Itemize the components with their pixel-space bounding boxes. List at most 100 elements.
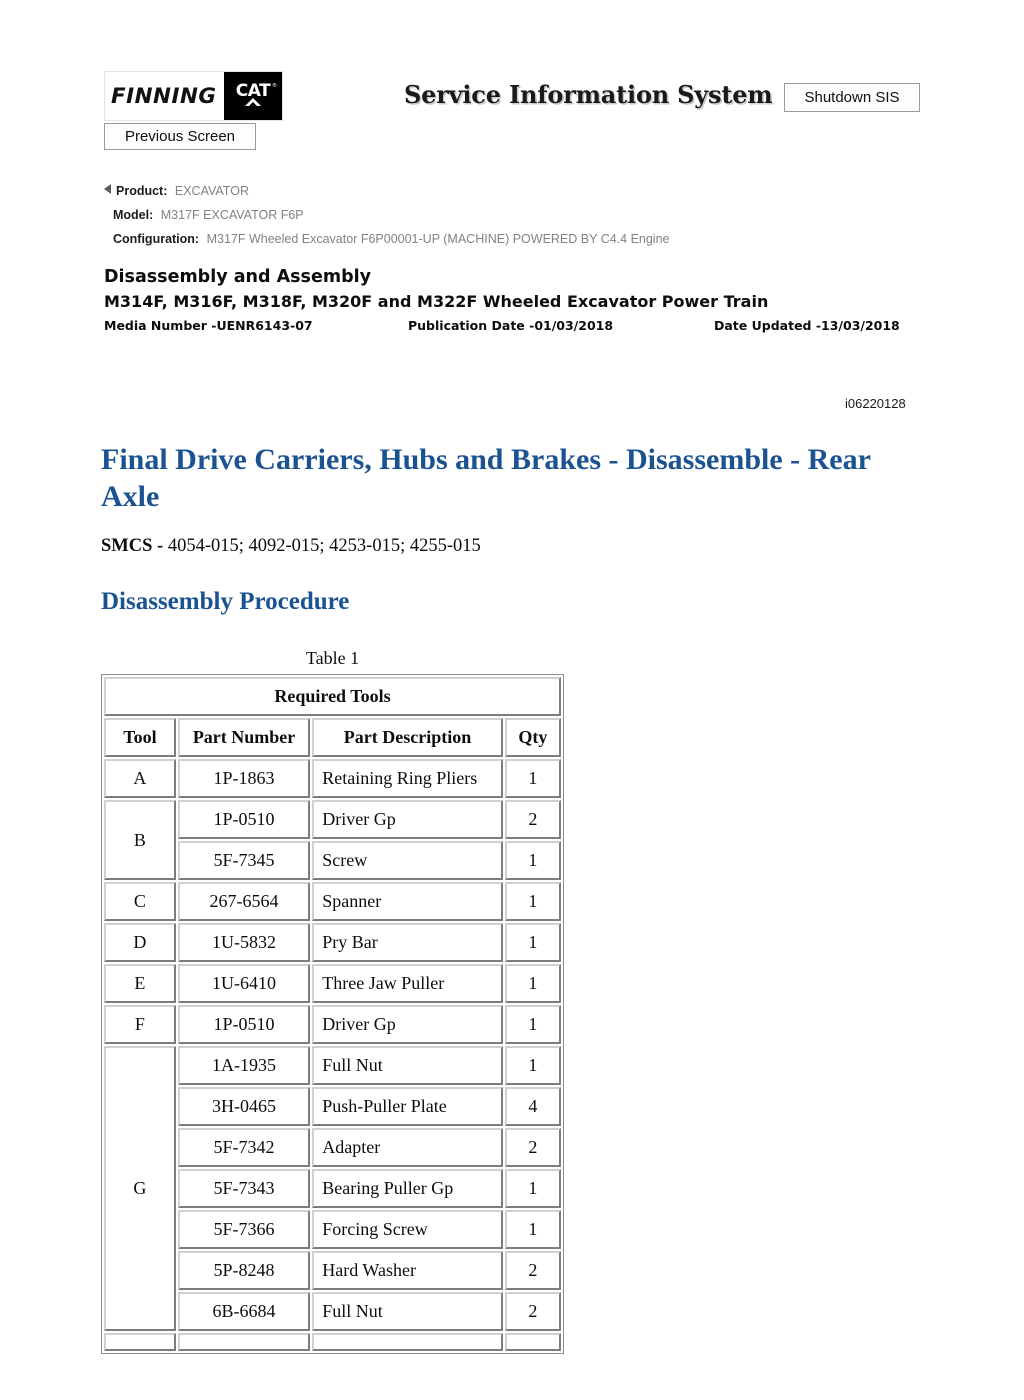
cell-tool: G bbox=[104, 1046, 176, 1331]
cell-part-description: Forcing Screw bbox=[312, 1210, 503, 1249]
breadcrumb-label-configuration: Configuration: bbox=[113, 232, 200, 246]
table-header-row: Tool Part Number Part Description Qty bbox=[104, 718, 561, 757]
smcs-line: SMCS - 4054-015; 4092-015; 4253-015; 425… bbox=[101, 536, 481, 557]
cat-logo: CAT ® bbox=[224, 72, 282, 120]
document-id: i06220128 bbox=[845, 396, 906, 411]
breadcrumb-value-model: M317F EXCAVATOR F6P bbox=[160, 208, 304, 222]
page-title: Final Drive Carriers, Hubs and Brakes - … bbox=[101, 443, 871, 513]
breadcrumb-label-model: Model: bbox=[113, 208, 154, 222]
required-tools-table: Required Tools Tool Part Number Part Des… bbox=[101, 674, 564, 1354]
back-arrow-icon[interactable] bbox=[104, 184, 111, 194]
registered-mark-icon: ® bbox=[272, 83, 277, 89]
cell-qty: 1 bbox=[504, 1046, 561, 1085]
breadcrumb-item-configuration: Configuration: M317F Wheeled Excavator F… bbox=[104, 227, 954, 251]
document-meta: Disassembly and Assembly M314F, M316F, M… bbox=[104, 264, 934, 340]
cell-part-description: Screw bbox=[312, 841, 503, 880]
document-heading-secondary: M314F, M316F, M318F, M320F and M322F Whe… bbox=[104, 292, 769, 311]
cell-tool: A bbox=[104, 759, 176, 798]
cell-tool: C bbox=[104, 882, 176, 921]
media-number: Media Number -UENR6143-07 bbox=[104, 318, 313, 333]
cell-part-number: 5F-7366 bbox=[177, 1210, 311, 1249]
table-row-partial bbox=[104, 1333, 561, 1351]
cell-part-number: 1A-1935 bbox=[177, 1046, 311, 1085]
table-row: B 1P-0510 Driver Gp 2 bbox=[104, 800, 561, 880]
breadcrumb-item-model: Model: M317F EXCAVATOR F6P bbox=[104, 203, 954, 227]
cell-part-description: Push-Puller Plate bbox=[312, 1087, 503, 1126]
cell-part-description: Full Nut bbox=[312, 1292, 503, 1331]
cell-qty: 1 bbox=[504, 964, 561, 1003]
date-updated: Date Updated -13/03/2018 bbox=[714, 318, 900, 333]
cell-part-number: 1P-0510 bbox=[177, 800, 311, 839]
finning-logo-text: FINNING bbox=[110, 84, 217, 108]
app-title: Service Information System bbox=[404, 80, 773, 109]
cell-part-description: Retaining Ring Pliers bbox=[312, 759, 503, 798]
cell-part-description: Spanner bbox=[312, 882, 503, 921]
finning-logo: FINNING bbox=[105, 72, 224, 120]
publication-date: Publication Date -01/03/2018 bbox=[408, 318, 614, 333]
document-heading-primary: Disassembly and Assembly bbox=[104, 267, 372, 287]
previous-screen-button[interactable]: Previous Screen bbox=[104, 123, 256, 150]
breadcrumb-item-product: Product: EXCAVATOR bbox=[104, 179, 954, 203]
table-row: F 1P-0510 Driver Gp 1 bbox=[104, 1005, 561, 1044]
cell-part-number: 1P-1863 bbox=[177, 759, 311, 798]
cell-qty bbox=[504, 1333, 561, 1351]
document-publication-info: Media Number -UENR6143-07 Publication Da… bbox=[104, 318, 934, 340]
breadcrumb-value-configuration: M317F Wheeled Excavator F6P00001-UP (MAC… bbox=[206, 232, 670, 246]
cell-tool: B bbox=[104, 800, 176, 880]
shutdown-sis-button[interactable]: Shutdown SIS bbox=[784, 83, 920, 112]
cell-part-description: Driver Gp bbox=[312, 1005, 503, 1044]
cell-part-number: 5P-8248 bbox=[177, 1251, 311, 1290]
cell-qty: 1 bbox=[504, 1210, 561, 1249]
cell-part-description: Full Nut bbox=[312, 1046, 503, 1085]
cell-part-number bbox=[177, 1333, 311, 1351]
cell-qty: 1 bbox=[504, 923, 561, 962]
cell-qty: 1 bbox=[504, 759, 561, 798]
breadcrumb-value-product: EXCAVATOR bbox=[174, 184, 249, 198]
cell-part-number: 5F-7343 bbox=[177, 1169, 311, 1208]
column-header-part-description: Part Description bbox=[312, 718, 503, 757]
cell-part-description: Pry Bar bbox=[312, 923, 503, 962]
cell-qty: 1 bbox=[504, 841, 561, 880]
cell-tool: E bbox=[104, 964, 176, 1003]
cell-part-number: 6B-6684 bbox=[177, 1292, 311, 1331]
cell-part-description: Bearing Puller Gp bbox=[312, 1169, 503, 1208]
cat-triangle-inner-icon bbox=[248, 102, 258, 107]
cell-tool: F bbox=[104, 1005, 176, 1044]
finning-cat-logo: FINNING CAT ® bbox=[104, 71, 283, 121]
table-title-row: Required Tools bbox=[104, 677, 561, 716]
cell-part-description: Adapter bbox=[312, 1128, 503, 1167]
table-row: C 267-6564 Spanner 1 bbox=[104, 882, 561, 921]
table-title: Required Tools bbox=[104, 677, 561, 716]
cell-part-description: Hard Washer bbox=[312, 1251, 503, 1290]
cell-qty: 2 bbox=[504, 1251, 561, 1290]
column-header-qty: Qty bbox=[504, 718, 561, 757]
cell-part-number: 5F-7342 bbox=[177, 1128, 311, 1167]
cell-qty: 2 bbox=[504, 1128, 561, 1167]
page-header: FINNING CAT ® Service Information System… bbox=[0, 0, 1024, 160]
table-row: G 1A-1935 Full Nut 1 bbox=[104, 1046, 561, 1331]
cell-part-number: 1U-6410 bbox=[177, 964, 311, 1003]
table-row: D 1U-5832 Pry Bar 1 bbox=[104, 923, 561, 962]
cell-part-description bbox=[312, 1333, 503, 1351]
cell-part-description: Three Jaw Puller bbox=[312, 964, 503, 1003]
cell-qty: 4 bbox=[504, 1087, 561, 1126]
cell-tool: D bbox=[104, 923, 176, 962]
table-row: E 1U-6410 Three Jaw Puller 1 bbox=[104, 964, 561, 1003]
cell-part-description: Driver Gp bbox=[312, 800, 503, 839]
cell-qty: 1 bbox=[504, 1005, 561, 1044]
column-header-part-number: Part Number bbox=[177, 718, 311, 757]
smcs-label: SMCS - bbox=[101, 536, 164, 556]
cell-part-number: 5F-7345 bbox=[177, 841, 311, 880]
cell-part-number: 3H-0465 bbox=[177, 1087, 311, 1126]
section-heading-disassembly-procedure: Disassembly Procedure bbox=[101, 588, 350, 615]
breadcrumb: Product: EXCAVATOR Model: M317F EXCAVATO… bbox=[104, 179, 954, 251]
breadcrumb-label-product: Product: bbox=[116, 184, 168, 198]
smcs-codes: 4054-015; 4092-015; 4253-015; 4255-015 bbox=[167, 536, 481, 556]
table-caption: Table 1 bbox=[305, 648, 360, 668]
cell-qty: 1 bbox=[504, 1169, 561, 1208]
cell-qty: 2 bbox=[504, 800, 561, 839]
cell-qty: 1 bbox=[504, 882, 561, 921]
cell-part-number: 1U-5832 bbox=[177, 923, 311, 962]
table-row: A 1P-1863 Retaining Ring Pliers 1 bbox=[104, 759, 561, 798]
cell-tool bbox=[104, 1333, 176, 1351]
